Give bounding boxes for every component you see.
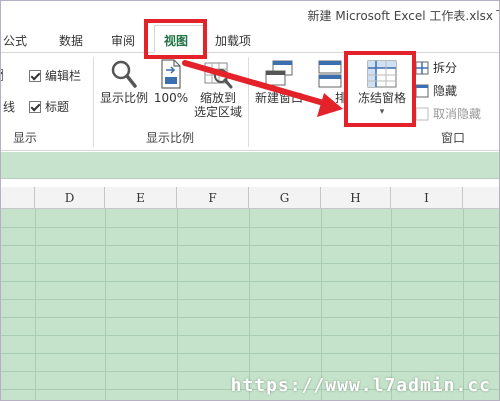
watermark: https://www.l7admin.cc: [230, 375, 491, 396]
excel-window: 新建 Microsoft Excel 工作表.xlsx - 公式 数据 审阅 视…: [0, 0, 500, 401]
annotation-arrow: [182, 60, 343, 117]
